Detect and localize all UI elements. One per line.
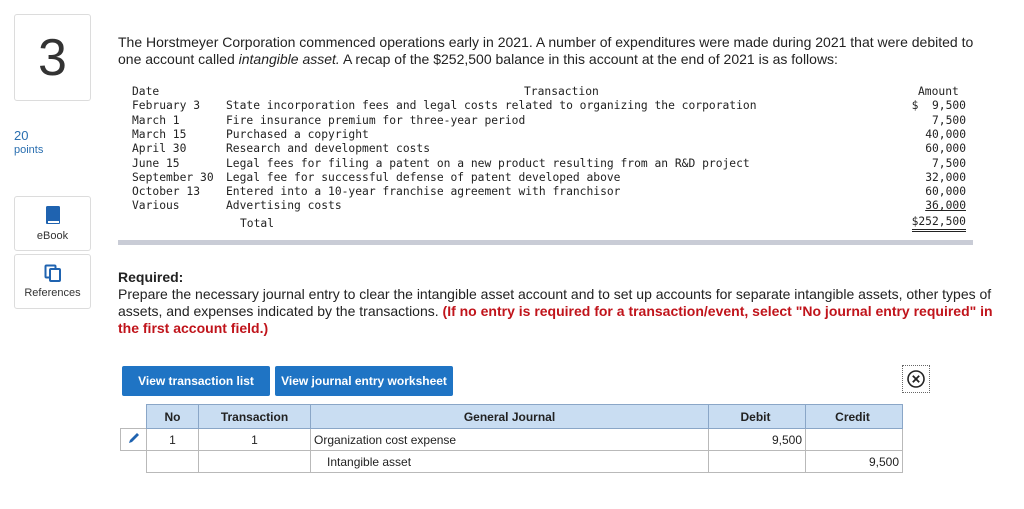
points-label: points	[14, 144, 44, 156]
recap-header-date: Date	[132, 85, 160, 98]
table-row: 1 1 Organization cost expense 9,500	[120, 428, 903, 451]
journal-header-row: No Transaction General Journal Debit Cre…	[121, 404, 903, 429]
recap-date: September 30	[132, 170, 214, 184]
recap-date: Various	[132, 199, 180, 213]
recap-date: October 13	[132, 185, 201, 199]
intro-italic: intangible asset.	[238, 51, 340, 67]
recap-amount: 7,500	[931, 156, 966, 170]
recap-date: June 15	[132, 156, 180, 170]
header-credit: Credit	[805, 404, 903, 429]
recap-transaction: Advertising costs	[226, 199, 342, 213]
close-circle-icon	[907, 370, 925, 388]
recap-amount: 60,000	[925, 142, 966, 156]
recap-transaction: Legal fee for successful defense of pate…	[226, 170, 621, 184]
recap-amount: 40,000	[925, 127, 966, 141]
recap-amount: 32,000	[925, 170, 966, 184]
recap-transaction: Legal fees for filing a patent on a new …	[226, 156, 750, 170]
view-journal-entry-worksheet-button[interactable]: View journal entry worksheet	[275, 366, 453, 396]
recap-amount: 60,000	[925, 185, 966, 199]
row-debit[interactable]: 9,500	[708, 428, 806, 451]
recap-date: April 30	[132, 142, 187, 156]
row-credit[interactable]: 9,500	[805, 450, 903, 473]
question-number-box: 3	[14, 14, 91, 101]
table-row: Intangible asset 9,500	[121, 450, 903, 473]
ebook-label: eBook	[36, 230, 69, 242]
view-transaction-list-button[interactable]: View transaction list	[122, 366, 270, 396]
close-button[interactable]	[902, 365, 930, 393]
recap-date: March 15	[132, 127, 187, 141]
edit-cell-empty	[121, 451, 147, 473]
row-transaction	[198, 450, 311, 473]
recap-date: March 1	[132, 113, 180, 127]
header-transaction: Transaction	[198, 404, 311, 429]
recap-transaction: Purchased a copyright	[226, 127, 369, 141]
row-no	[146, 450, 199, 473]
references-button[interactable]: References	[14, 254, 91, 309]
required-section: Required: Prepare the necessary journal …	[118, 269, 1003, 337]
required-heading: Required:	[118, 269, 184, 285]
references-label: References	[24, 287, 81, 299]
pencil-icon[interactable]	[127, 431, 141, 445]
row-credit[interactable]	[805, 428, 903, 451]
copy-icon	[44, 264, 61, 282]
row-account[interactable]: Intangible asset	[310, 450, 709, 473]
row-transaction: 1	[198, 428, 311, 451]
intro-text-2: A recap of the $252,500 balance in this …	[339, 51, 838, 67]
recap-amount: 36,000	[925, 199, 966, 213]
header-no: No	[146, 404, 199, 429]
recap-transaction: Research and development costs	[226, 142, 431, 156]
row-no: 1	[146, 428, 199, 451]
row-debit[interactable]	[708, 450, 806, 473]
header-debit: Debit	[708, 404, 806, 429]
header-general-journal: General Journal	[310, 404, 709, 429]
journal-entry-table: No Transaction General Journal Debit Cre…	[120, 404, 903, 473]
recap-header-amount: Amount	[918, 85, 959, 98]
book-icon	[45, 206, 60, 224]
question-intro: The Horstmeyer Corporation commenced ope…	[118, 34, 998, 68]
recap-table: Date Transaction Amount February 3 State…	[118, 85, 973, 245]
recap-divider	[118, 240, 973, 245]
row-account[interactable]: Organization cost expense	[310, 428, 709, 451]
header-spacer	[121, 405, 147, 429]
ebook-button[interactable]: eBook	[14, 196, 91, 251]
recap-total-amount: $252,500	[911, 215, 966, 232]
recap-transaction: Entered into a 10-year franchise agreeme…	[226, 185, 621, 199]
question-number: 3	[38, 28, 67, 87]
recap-transaction: Fire insurance premium for three-year pe…	[226, 113, 526, 127]
points-info: 20 points	[14, 128, 43, 156]
points-value: 20	[14, 128, 29, 143]
edit-cell[interactable]	[120, 428, 147, 451]
recap-amount: $ 9,500	[911, 99, 966, 113]
recap-transaction: State incorporation fees and legal costs…	[226, 99, 757, 113]
recap-date: February 3	[132, 99, 201, 113]
recap-header-transaction: Transaction	[524, 85, 599, 98]
recap-amount: 7,500	[931, 113, 966, 127]
recap-total-label: Total	[240, 217, 275, 230]
